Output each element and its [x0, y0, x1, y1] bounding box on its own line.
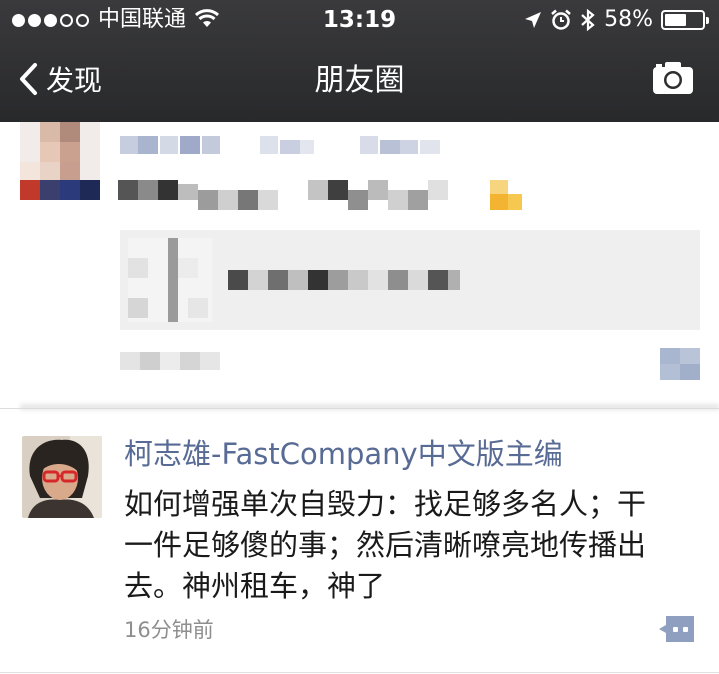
comment-bubble-icon [659, 616, 694, 642]
status-bar: 中国联通 13:19 58% [0, 0, 719, 40]
battery-level [665, 14, 686, 26]
comment-bubble-icon[interactable] [660, 348, 700, 380]
avatar-blurred[interactable] [20, 122, 100, 200]
blurred-timestamp [120, 352, 220, 370]
camera-button[interactable] [651, 60, 695, 100]
post-content-line: 如何增强单次自毁力：找足够多名人；干 [124, 487, 647, 521]
post-content: 如何增强单次自毁力：找足够多名人；干 一件足够傻的事；然后清晰嘹亮地传播出 去。… [124, 484, 684, 607]
post-timestamp: 16分钟前 [124, 618, 214, 642]
avatar[interactable] [22, 436, 102, 518]
battery-icon [661, 10, 709, 30]
post-divider [0, 408, 719, 409]
navigation-bar: 发现 朋友圈 [0, 40, 719, 122]
blurred-author-name [120, 136, 440, 154]
feed-post: 柯志雄-FastCompany中文版主编 如何增强单次自毁力：找足够多名人；干 … [0, 422, 719, 674]
post-divider-shadow [20, 404, 719, 410]
camera-icon [653, 62, 693, 94]
shared-link-card[interactable] [120, 230, 700, 330]
bluetooth-icon [580, 8, 596, 32]
alarm-icon [550, 9, 572, 31]
author-name[interactable]: 柯志雄-FastCompany中文版主编 [124, 436, 563, 472]
blurred-post-text [118, 180, 522, 210]
feed-post-blurred [0, 122, 719, 402]
top-bar: 中国联通 13:19 58% 发现 朋友圈 [0, 0, 719, 122]
status-right: 58% [516, 7, 709, 33]
location-arrow-icon [524, 11, 542, 29]
moments-feed[interactable]: 柯志雄-FastCompany中文版主编 如何增强单次自毁力：找足够多名人；干 … [0, 122, 719, 674]
link-title-blurred [228, 270, 460, 290]
post-content-line: 去。神州租车，神了 [124, 569, 386, 603]
page-title: 朋友圈 [314, 63, 405, 98]
post-divider [0, 672, 719, 673]
post-content-line: 一件足够傻的事；然后清晰嘹亮地传播出 [124, 528, 647, 562]
link-thumbnail [128, 238, 212, 322]
comment-button[interactable] [658, 614, 696, 644]
battery-percent: 58% [604, 7, 653, 32]
